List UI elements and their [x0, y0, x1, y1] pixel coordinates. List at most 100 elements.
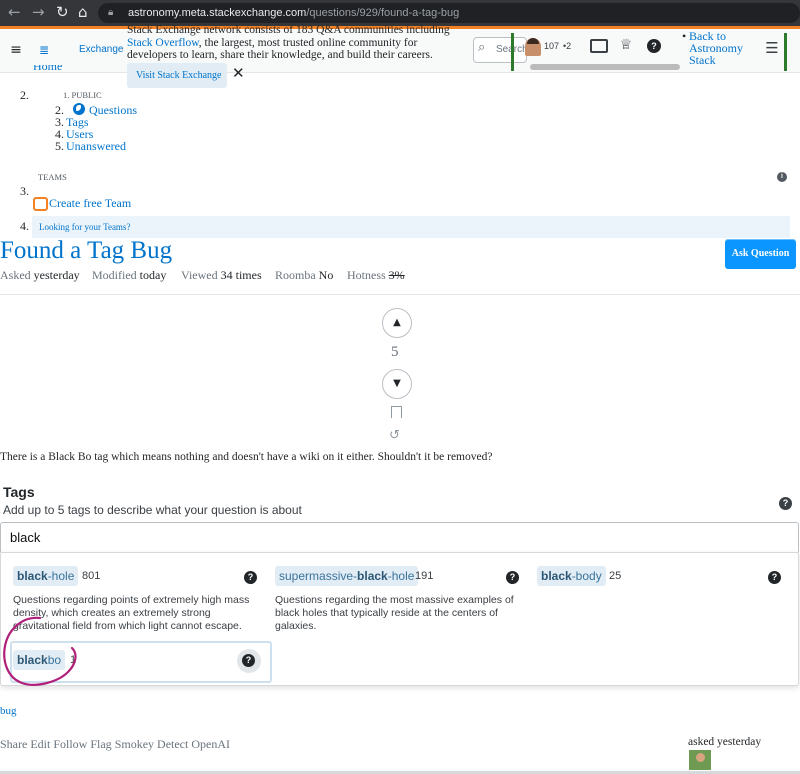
nav-item-unanswered[interactable]: Unanswered: [66, 139, 126, 154]
tag-count: 25: [609, 570, 622, 582]
tag-description-line: Questions regarding points of extremely …: [13, 594, 250, 606]
tag-suggestion-black-hole[interactable]: black-hole: [13, 566, 79, 586]
green-divider: [511, 33, 514, 71]
nav-number: 3.: [20, 184, 29, 198]
tag-description: Questions regarding the most massive exa…: [275, 594, 525, 633]
tag-help-icon[interactable]: ?: [506, 571, 519, 584]
help-icon[interactable]: ?: [647, 39, 661, 53]
horizontal-scrollbar[interactable]: [530, 64, 680, 70]
teams-banner[interactable]: Looking for your Teams?: [32, 216, 790, 238]
bookmark-icon[interactable]: [391, 406, 402, 418]
tags-hint: Add up to 5 tags to describe what your q…: [3, 503, 302, 517]
reload-icon[interactable]: ↻: [56, 3, 69, 21]
tags-label: Tags: [3, 484, 35, 500]
smokey-link[interactable]: Smokey: [115, 737, 154, 751]
visit-stack-exchange-button[interactable]: Visit Stack Exchange: [127, 63, 227, 88]
nav-public-heading: 1. PUBLIC: [63, 90, 102, 100]
popover-line-3: developers to learn, share their knowled…: [127, 49, 433, 61]
stack-overflow-link[interactable]: Stack Overflow: [127, 37, 199, 49]
ask-question-button[interactable]: Ask Question: [725, 239, 796, 269]
meta-roomba-value: No: [318, 268, 334, 282]
post-menu: Share Edit Follow Flag Smokey Detect Ope…: [0, 737, 230, 752]
address-bar[interactable]: 🔒︎ astronomy.meta.stackexchange.com/ques…: [98, 3, 800, 23]
badge-count: •2: [563, 41, 572, 51]
tag-description-line: Questions regarding the most massive exa…: [275, 594, 514, 606]
annotation-circle: [3, 616, 77, 686]
question-meta: Asked yesterday: [0, 268, 80, 283]
teams-info-icon[interactable]: i: [777, 172, 787, 182]
meta-asked-value: yesterday: [33, 268, 80, 282]
post-tag-bug[interactable]: bug: [0, 705, 17, 717]
team-briefcase-icon: [33, 197, 48, 211]
create-team-link[interactable]: Create free Team: [49, 196, 131, 211]
public-label: PUBLIC: [71, 90, 102, 100]
tag-rest: -hole: [47, 569, 75, 583]
tag-suggestion-supermassive-black-hole[interactable]: supermassive-black-hole: [275, 566, 419, 586]
asked-timestamp: asked yesterday: [688, 736, 762, 748]
question-meta-viewed: Viewed 34 times: [181, 268, 262, 283]
meta-viewed-key: Viewed: [181, 268, 218, 282]
question-meta-hotness: Hotness 3%: [347, 268, 405, 283]
tags-input-value: black: [10, 530, 41, 545]
site-switcher-icon[interactable]: ☰: [762, 38, 782, 58]
tag-help-icon[interactable]: ?: [244, 571, 257, 584]
meta-modified-value: today: [139, 268, 167, 282]
url-path: /questions/929/found-a-tag-bug: [306, 7, 460, 19]
follow-link[interactable]: Follow: [53, 737, 87, 751]
tag-rest: -hole: [387, 569, 415, 583]
author-avatar[interactable]: [689, 750, 711, 770]
reputation-count: 107: [544, 41, 560, 51]
globe-icon: [73, 103, 85, 115]
stack-exchange-logo-icon[interactable]: ≣: [34, 40, 54, 60]
network-popover-text: Stack Exchange network consists of 183 Q…: [127, 24, 472, 62]
tag-match: black: [357, 569, 388, 583]
back-line-3: Stack: [689, 53, 716, 67]
search-input[interactable]: ⌕ Search: [473, 37, 528, 63]
nav-number: 2.: [20, 88, 29, 102]
home-icon[interactable]: ⌂: [78, 3, 88, 21]
exchange-label[interactable]: Exchange: [79, 44, 123, 55]
tag-description-line: black holes that typically reside at the…: [275, 607, 498, 619]
edit-link[interactable]: Edit: [30, 737, 50, 751]
tags-input[interactable]: black: [0, 522, 799, 554]
tag-suggestion-black-body[interactable]: black-body: [537, 566, 606, 586]
question-title[interactable]: Found a Tag Bug: [0, 237, 172, 265]
url-host: astronomy.meta.stackexchange.com: [128, 7, 307, 19]
green-divider-right: [784, 33, 787, 71]
tag-help-icon[interactable]: ?: [768, 571, 781, 584]
looking-for-teams-link[interactable]: Looking for your Teams?: [39, 222, 130, 232]
popover-line-1: Stack Exchange network consists of 183 Q…: [127, 24, 450, 36]
tag-help-icon: ?: [242, 654, 255, 667]
nav-teams-heading: TEAMS: [38, 172, 67, 182]
nav-home-link[interactable]: Home: [33, 65, 62, 73]
nav-item-questions[interactable]: Questions: [89, 103, 137, 118]
forward-arrow-icon[interactable]: →: [32, 3, 45, 21]
back-to-site-link[interactable]: • Back to Astronomy Stack: [682, 30, 743, 67]
lock-icon: 🔒︎: [108, 7, 114, 18]
trophy-icon[interactable]: ♕: [616, 35, 636, 55]
close-icon[interactable]: ✕: [232, 64, 245, 82]
tag-description-line: galaxies.: [275, 620, 317, 632]
tags-help-icon[interactable]: ?: [779, 497, 792, 510]
vote-count: 5: [391, 344, 399, 360]
downvote-button[interactable]: ▼: [382, 369, 412, 399]
tag-prefix: supermassive-: [279, 569, 358, 583]
meta-modified-key: Modified: [92, 268, 137, 282]
flag-link[interactable]: Flag: [90, 737, 111, 751]
header-divider: [0, 294, 800, 295]
history-icon[interactable]: ↺: [389, 428, 400, 443]
inbox-icon[interactable]: [590, 39, 608, 53]
avatar[interactable]: [525, 38, 541, 56]
tag-match: black: [541, 569, 572, 583]
upvote-button[interactable]: ▲: [382, 308, 412, 338]
share-link[interactable]: Share: [0, 737, 27, 751]
tag-help-button[interactable]: ?: [237, 649, 261, 673]
question-meta-roomba: Roomba No: [275, 268, 333, 283]
detect-openai-link[interactable]: Detect OpenAI: [157, 737, 230, 751]
back-arrow-icon[interactable]: ←: [8, 3, 21, 21]
question-meta-modified: Modified today: [92, 268, 166, 283]
nav-number: 4.: [20, 219, 29, 233]
meta-viewed-value: 34 times: [220, 268, 262, 282]
hamburger-menu-icon[interactable]: ≡: [6, 40, 26, 60]
nav-number: 5.: [55, 139, 64, 153]
